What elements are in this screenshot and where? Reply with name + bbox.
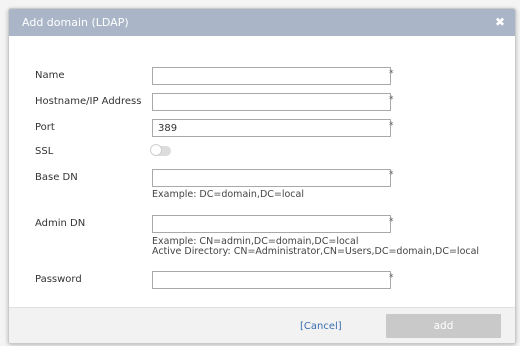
- hostname-required-mark: *: [389, 95, 394, 105]
- base-dn-required-mark: *: [389, 170, 394, 180]
- cancel-button[interactable]: [Cancel]: [300, 321, 342, 332]
- ssl-label: SSL: [35, 146, 54, 157]
- dialog-title: Add domain (LDAP): [22, 16, 129, 29]
- close-icon[interactable]: ✖: [493, 15, 507, 29]
- base-dn-hint: Example: DC=domain,DC=local: [152, 189, 304, 200]
- password-input[interactable]: [152, 271, 391, 289]
- name-label: Name: [35, 70, 65, 81]
- base-dn-input[interactable]: [152, 169, 391, 187]
- ssl-toggle-knob: [150, 144, 162, 156]
- ssl-toggle[interactable]: [150, 144, 171, 156]
- add-domain-dialog: Add domain (LDAP) ✖ Name * Hostname/IP A…: [8, 8, 516, 344]
- password-required-mark: *: [389, 273, 394, 283]
- hostname-input[interactable]: [152, 93, 391, 111]
- hostname-label: Hostname/IP Address: [35, 96, 142, 107]
- dialog-footer: [Cancel] add: [9, 307, 515, 343]
- admin-dn-input[interactable]: [152, 215, 391, 233]
- port-label: Port: [35, 122, 55, 133]
- admin-dn-hint-active-directory: Active Directory: CN=Administrator,CN=Us…: [152, 246, 480, 257]
- port-input[interactable]: [152, 119, 391, 137]
- admin-dn-label: Admin DN: [35, 218, 86, 229]
- name-required-mark: *: [389, 69, 394, 79]
- add-button[interactable]: add: [386, 314, 501, 338]
- admin-dn-required-mark: *: [389, 217, 394, 227]
- dialog-titlebar: Add domain (LDAP) ✖: [9, 9, 515, 36]
- port-required-mark: *: [389, 121, 394, 131]
- base-dn-label: Base DN: [35, 172, 78, 183]
- name-input[interactable]: [152, 67, 391, 85]
- password-label: Password: [35, 274, 82, 285]
- dialog-body: Name * Hostname/IP Address * Port * SSL …: [9, 36, 515, 312]
